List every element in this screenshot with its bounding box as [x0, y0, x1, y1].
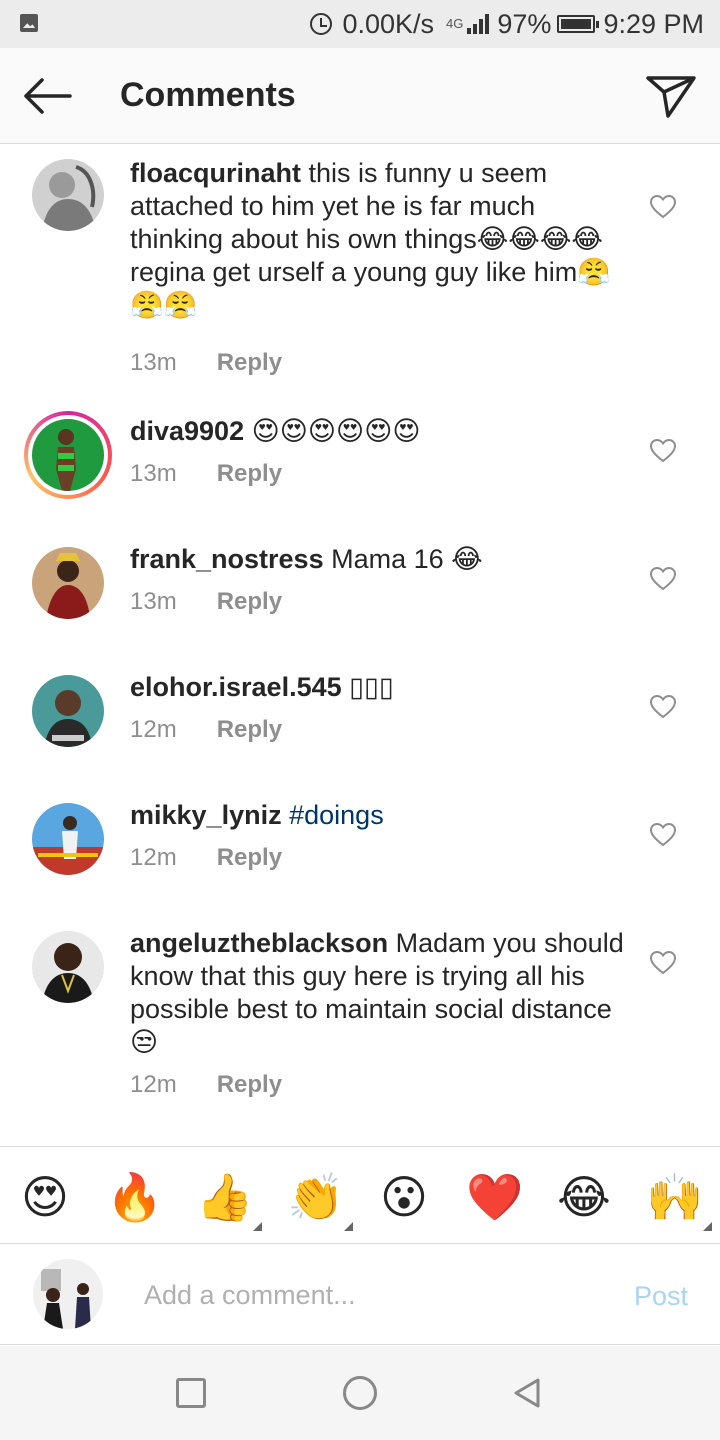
comment-time: 12m [130, 844, 177, 871]
surprised-emoji-button[interactable]: 😮 [376, 1169, 432, 1225]
avatar-photo [32, 803, 104, 875]
heart-eyes-emoji-button[interactable]: 😍 [17, 1169, 73, 1225]
reply-button[interactable]: Reply [217, 588, 282, 616]
status-bar: 0.00K/s 4G 97% 9:29 PM [0, 0, 720, 48]
my-avatar [33, 1259, 103, 1329]
comment-composer: Post [0, 1245, 720, 1345]
comment-time: 13m [130, 349, 177, 376]
comment-meta: 13m Reply [130, 460, 282, 488]
comment-time: 12m [130, 1071, 177, 1098]
reply-button[interactable]: Reply [217, 349, 282, 377]
quick-reactions-bar: 😍 🔥 👍 👏 😮 ❤️ 😂 🙌 [0, 1146, 720, 1244]
comment-username[interactable]: floacqurinaht [130, 158, 301, 188]
avatar-photo [32, 419, 104, 491]
comment-username[interactable]: angeluztheblackson [130, 928, 388, 958]
avatar[interactable] [32, 675, 104, 747]
heart-icon[interactable] [650, 823, 676, 847]
avatar[interactable] [32, 547, 104, 619]
comment-body: diva9902 😍😍😍😍😍😍 [130, 415, 630, 448]
heart-icon[interactable] [650, 439, 676, 463]
avatar-story-ring[interactable] [24, 411, 112, 499]
avatar-photo [32, 931, 104, 1003]
avatar-photo [32, 159, 104, 231]
heart-icon[interactable] [650, 195, 676, 219]
comment-text: ▯▯▯ [349, 672, 394, 702]
comment-body: floacqurinaht this is funny u seem attac… [130, 157, 630, 322]
comment-username[interactable]: mikky_lyniz [130, 800, 282, 830]
heart-emoji-button[interactable]: ❤️ [466, 1169, 523, 1225]
comment-username[interactable]: elohor.israel.545 [130, 672, 342, 702]
avatar-photo [32, 547, 104, 619]
comment-hashtag[interactable]: #doings [289, 800, 384, 830]
clapping-emoji-button[interactable]: 👏 [287, 1169, 353, 1231]
battery-icon [557, 15, 600, 33]
comment-time: 13m [130, 588, 177, 615]
comment-text: 😍😍😍😍😍😍 [251, 416, 421, 446]
battery-percent: 97% [497, 8, 552, 39]
heart-icon[interactable] [650, 567, 676, 591]
comment-meta: 13m Reply [130, 588, 282, 616]
header-bar: Comments [0, 48, 720, 144]
fire-emoji-button[interactable]: 🔥 [106, 1169, 163, 1225]
back-button[interactable] [18, 74, 76, 118]
alarm-icon [310, 13, 333, 35]
raised-hands-emoji-button[interactable]: 🙌 [646, 1169, 712, 1231]
reply-button[interactable]: Reply [217, 1071, 282, 1099]
home-button[interactable] [343, 1376, 377, 1410]
comment-meta: 12m Reply [130, 716, 282, 744]
comment-body: angeluztheblackson Madam you should know… [130, 927, 630, 1059]
comment-input[interactable] [144, 1275, 584, 1315]
paper-plane-icon [646, 76, 696, 118]
thumbs-up-emoji-button[interactable]: 👍 [196, 1169, 262, 1231]
signal-icon [467, 14, 490, 34]
comment-body: frank_nostress Mama 16 😂 [130, 543, 630, 576]
comment-meta: 12m Reply [130, 1071, 282, 1099]
comment-body: elohor.israel.545 ▯▯▯ [130, 671, 630, 704]
avatar[interactable] [32, 159, 104, 231]
heart-icon[interactable] [650, 951, 676, 975]
heart-icon[interactable] [650, 695, 676, 719]
network-speed: 0.00K/s [342, 8, 435, 39]
avatar-photo [33, 1259, 103, 1329]
gallery-notification-icon [20, 14, 38, 32]
arrow-left-icon [24, 78, 72, 114]
comment-username[interactable]: diva9902 [130, 416, 244, 446]
comment-username[interactable]: frank_nostress [130, 544, 324, 574]
post-button[interactable]: Post [634, 1281, 688, 1312]
recents-button[interactable] [176, 1378, 206, 1408]
avatar[interactable] [32, 931, 104, 1003]
comment-time: 13m [130, 460, 177, 487]
comment-body: mikky_lyniz #doings [130, 799, 630, 832]
page-title: Comments [120, 76, 296, 114]
avatar[interactable] [32, 803, 104, 875]
share-button[interactable] [644, 72, 698, 120]
comment-text: Mama 16 😂 [331, 544, 483, 574]
system-nav-bar [0, 1346, 720, 1440]
reply-button[interactable]: Reply [217, 844, 282, 872]
reply-button[interactable]: Reply [217, 460, 282, 488]
comment-time: 12m [130, 716, 177, 743]
nav-back-button[interactable] [510, 1376, 544, 1410]
laughing-emoji-button[interactable]: 😂 [556, 1169, 612, 1225]
clock: 9:29 PM [603, 8, 704, 39]
status-bar-right: 0.00K/s 4G 97% 9:29 PM [310, 6, 704, 42]
reply-button[interactable]: Reply [217, 716, 282, 744]
avatar-photo [32, 675, 104, 747]
comment-meta: 12m Reply [130, 844, 282, 872]
network-type: 4G [446, 16, 464, 31]
comment-meta: 13m Reply [130, 349, 282, 377]
